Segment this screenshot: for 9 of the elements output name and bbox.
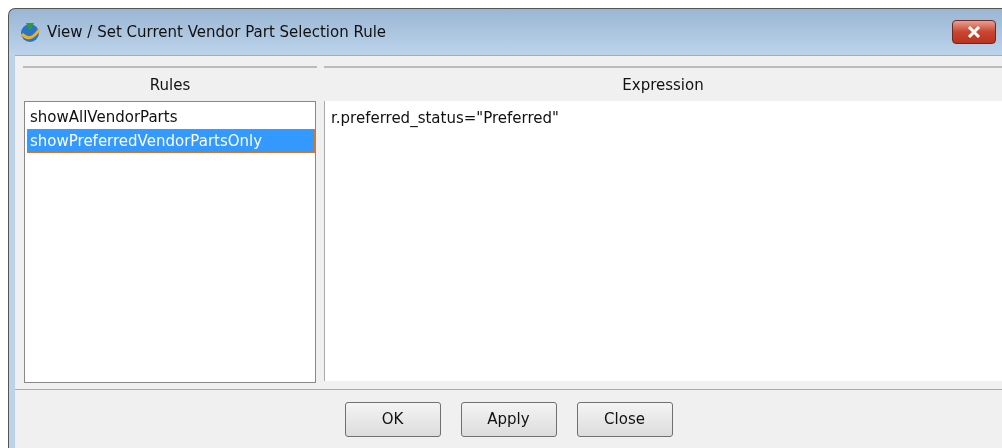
dialog-button[interactable]: OK [344,401,441,437]
dialog-button[interactable]: Close [576,401,673,437]
expression-text: r.preferred_status="Preferred" [324,101,1002,381]
close-button[interactable] [952,20,996,44]
dialog-button[interactable]: Apply [460,401,557,437]
close-icon [967,26,981,38]
rule-item[interactable]: showAllVendorParts [27,105,315,129]
app-icon [19,21,41,43]
window-title: View / Set Current Vendor Part Selection Rule [47,23,388,41]
